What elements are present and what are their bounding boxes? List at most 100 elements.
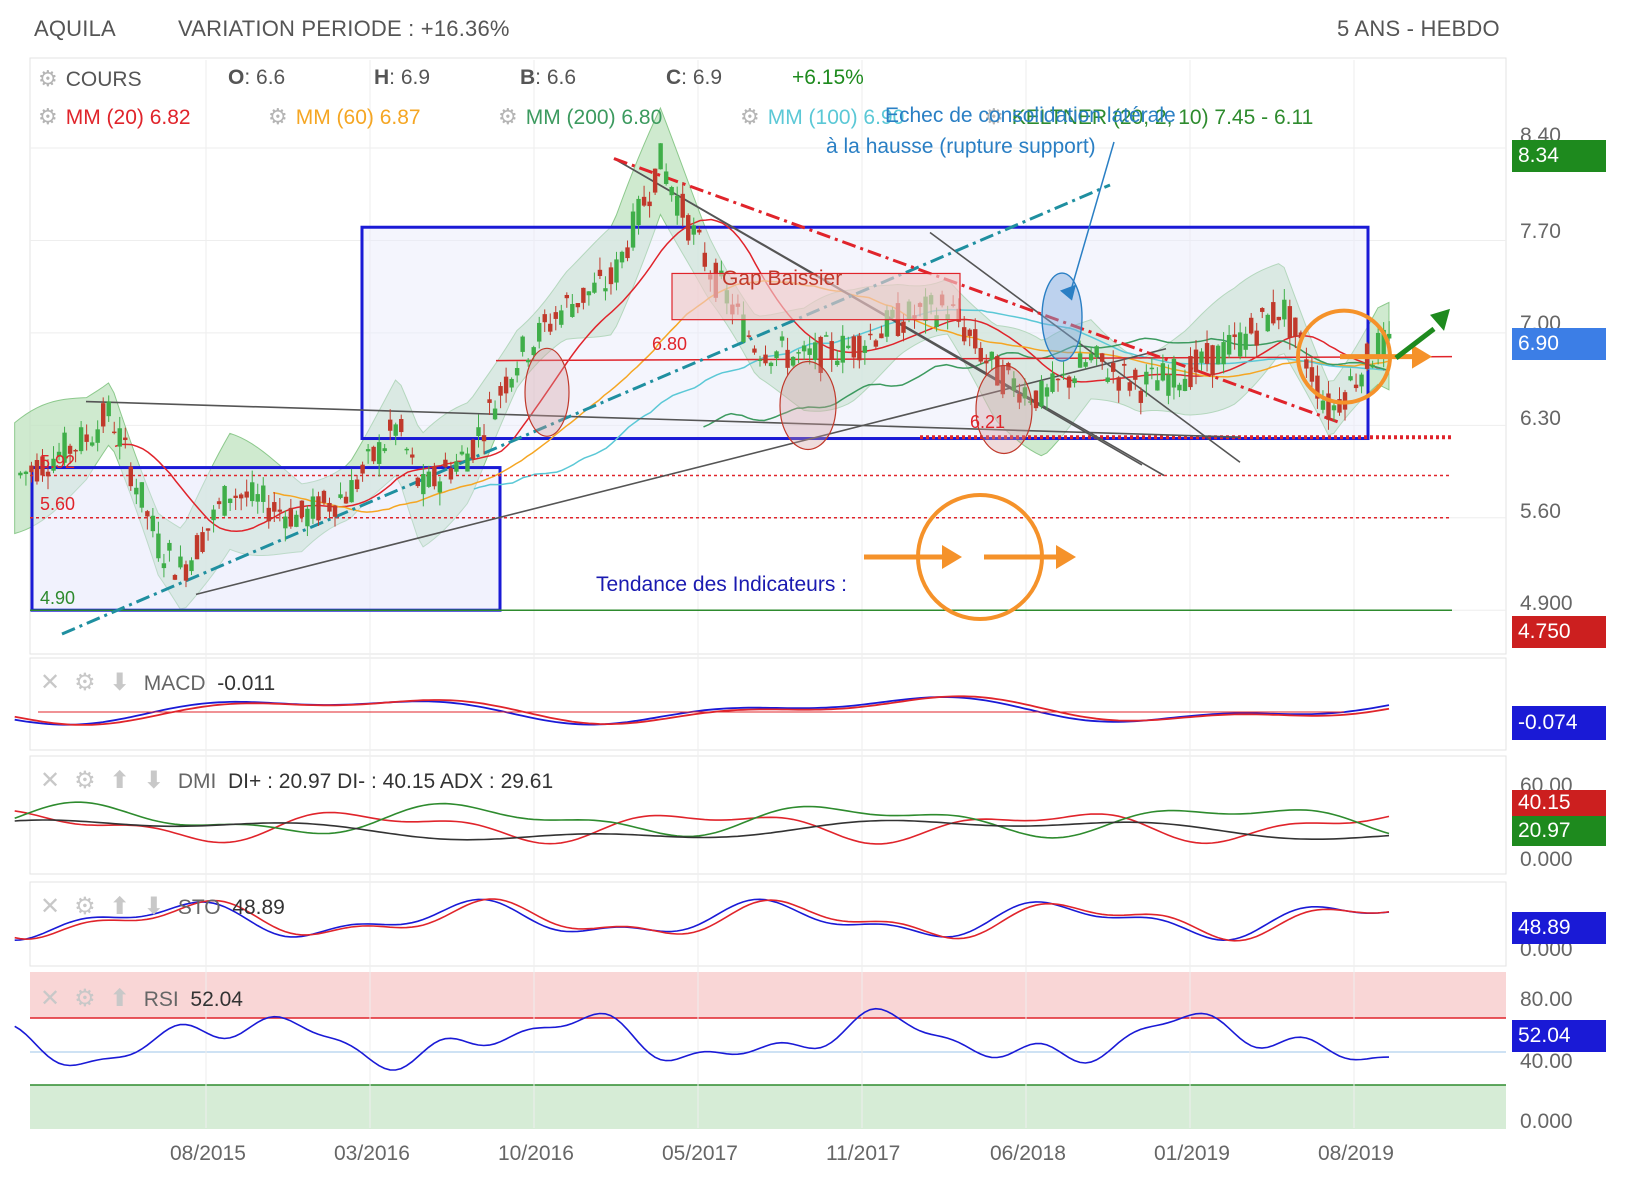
candle-body bbox=[1177, 384, 1182, 391]
candle-body bbox=[172, 574, 178, 580]
candle-body bbox=[1077, 353, 1083, 368]
mm20-label: MM (20) 6.82 bbox=[65, 106, 191, 129]
candle-body bbox=[537, 322, 542, 342]
candle-body bbox=[338, 494, 343, 498]
gear-icon[interactable]: ⚙ bbox=[38, 66, 58, 91]
candle-body bbox=[1215, 345, 1221, 365]
candle-body bbox=[1226, 334, 1232, 355]
candle-body bbox=[1144, 371, 1149, 385]
candle-body bbox=[1182, 378, 1188, 391]
candle-body bbox=[266, 507, 271, 522]
candle-body bbox=[768, 362, 774, 367]
candle-body bbox=[89, 442, 95, 446]
candle-body bbox=[1320, 400, 1326, 410]
arrow-up-icon[interactable]: ⬆ bbox=[110, 985, 130, 1012]
candle-body bbox=[790, 356, 796, 366]
gear-icon[interactable]: ⚙ bbox=[268, 104, 288, 129]
echec-annotation-line1: Echec de consolidation latérale bbox=[885, 104, 1176, 127]
candle-body bbox=[100, 403, 106, 427]
legend-mm20: ⚙ MM (20) 6.82 bbox=[38, 104, 191, 130]
macd-value: -0.011 bbox=[217, 672, 276, 695]
candle-body bbox=[222, 486, 227, 516]
candle-body bbox=[785, 349, 790, 368]
gear-icon[interactable]: ⚙ bbox=[74, 893, 96, 920]
candle-body bbox=[807, 348, 812, 355]
price-tick-770: 7.70 bbox=[1520, 220, 1561, 243]
rsi-label-row: ✕ ⚙ ⬆ RSI 52.04 bbox=[40, 984, 243, 1013]
legend-change: +6.15% bbox=[792, 66, 864, 89]
breakout-ellipse bbox=[1041, 272, 1083, 362]
candle-body bbox=[139, 482, 145, 508]
legend-low: B: 6.6 bbox=[520, 66, 576, 90]
gear-icon[interactable]: ⚙ bbox=[74, 669, 96, 696]
close-icon[interactable]: ✕ bbox=[40, 767, 60, 794]
candle-body bbox=[857, 335, 862, 361]
price-badge-low: 4.750 bbox=[1512, 616, 1606, 648]
arrow-down-icon[interactable]: ⬇ bbox=[144, 767, 164, 794]
mm60-label: MM (60) 6.87 bbox=[295, 106, 421, 129]
candle-body bbox=[1055, 378, 1061, 381]
candle-body bbox=[421, 474, 426, 495]
close-icon[interactable]: ✕ bbox=[40, 985, 60, 1012]
price-badge-last: 6.90 bbox=[1512, 328, 1606, 360]
candle-body bbox=[846, 345, 851, 349]
candle-body bbox=[763, 354, 768, 364]
gear-icon[interactable]: ⚙ bbox=[740, 104, 760, 129]
candle-body bbox=[1166, 374, 1171, 396]
candle-body bbox=[796, 352, 801, 354]
close-icon[interactable]: ✕ bbox=[40, 893, 60, 920]
gear-icon[interactable]: ⚙ bbox=[498, 104, 518, 129]
arrow-up-icon[interactable]: ⬆ bbox=[110, 767, 130, 794]
candle-body bbox=[200, 532, 205, 552]
candle-body bbox=[272, 502, 277, 512]
candle-body bbox=[614, 259, 619, 283]
candle-body bbox=[23, 471, 29, 475]
candle-body bbox=[134, 487, 139, 495]
sto-value: 48.89 bbox=[232, 896, 285, 919]
x-tick-2: 10/2016 bbox=[498, 1142, 574, 1165]
candle-body bbox=[597, 269, 603, 276]
candle-body bbox=[525, 360, 531, 363]
gear-icon[interactable]: ⚙ bbox=[38, 104, 58, 129]
candle-body bbox=[801, 345, 807, 352]
candle-body bbox=[443, 459, 448, 468]
candle-body bbox=[492, 408, 498, 420]
range-box-left bbox=[30, 466, 502, 612]
candle-body bbox=[316, 496, 321, 521]
close-icon[interactable]: ✕ bbox=[40, 669, 60, 696]
x-tick-7: 08/2019 bbox=[1318, 1142, 1394, 1165]
candle-body bbox=[387, 419, 393, 431]
candle-body bbox=[1287, 306, 1293, 338]
arrow-down-icon[interactable]: ⬇ bbox=[110, 669, 130, 696]
candle-body bbox=[1133, 369, 1138, 380]
candle-body bbox=[835, 360, 840, 365]
candle-body bbox=[250, 482, 255, 502]
candle-body bbox=[1265, 314, 1270, 332]
candle-body bbox=[294, 514, 299, 527]
candle-body bbox=[156, 533, 161, 559]
gear-icon[interactable]: ⚙ bbox=[74, 767, 96, 794]
candle-body bbox=[1271, 302, 1276, 324]
dmi-name: DMI bbox=[177, 770, 217, 793]
candle-body bbox=[481, 435, 487, 442]
arrow-down-icon[interactable]: ⬇ bbox=[144, 893, 164, 920]
candle-body bbox=[658, 143, 663, 170]
x-tick-1: 03/2016 bbox=[334, 1142, 410, 1165]
level-490-label: 4.90 bbox=[40, 588, 76, 608]
candle-body bbox=[553, 312, 558, 319]
candle-body bbox=[1199, 351, 1204, 363]
period-selector[interactable]: 5 ANS - HEBDO bbox=[1337, 16, 1500, 42]
rsi-overbought-zone bbox=[30, 972, 1506, 1018]
period-variation: VARIATION PERIODE : +16.36% bbox=[178, 16, 510, 41]
candle-body bbox=[702, 252, 707, 267]
gear-icon[interactable]: ⚙ bbox=[74, 985, 96, 1012]
candle-body bbox=[161, 563, 167, 569]
arrow-up-icon[interactable]: ⬆ bbox=[110, 893, 130, 920]
candle-body bbox=[1149, 367, 1155, 370]
dmi-label-row: ✕ ⚙ ⬆ ⬇ DMI DI+ : 20.97 DI- : 40.15 ADX : 29… bbox=[40, 766, 553, 795]
candle-body bbox=[106, 401, 111, 417]
candle-body bbox=[399, 419, 404, 433]
candle-body bbox=[244, 491, 249, 498]
candle-body bbox=[901, 321, 906, 333]
legend-high: H: 6.9 bbox=[374, 66, 430, 90]
